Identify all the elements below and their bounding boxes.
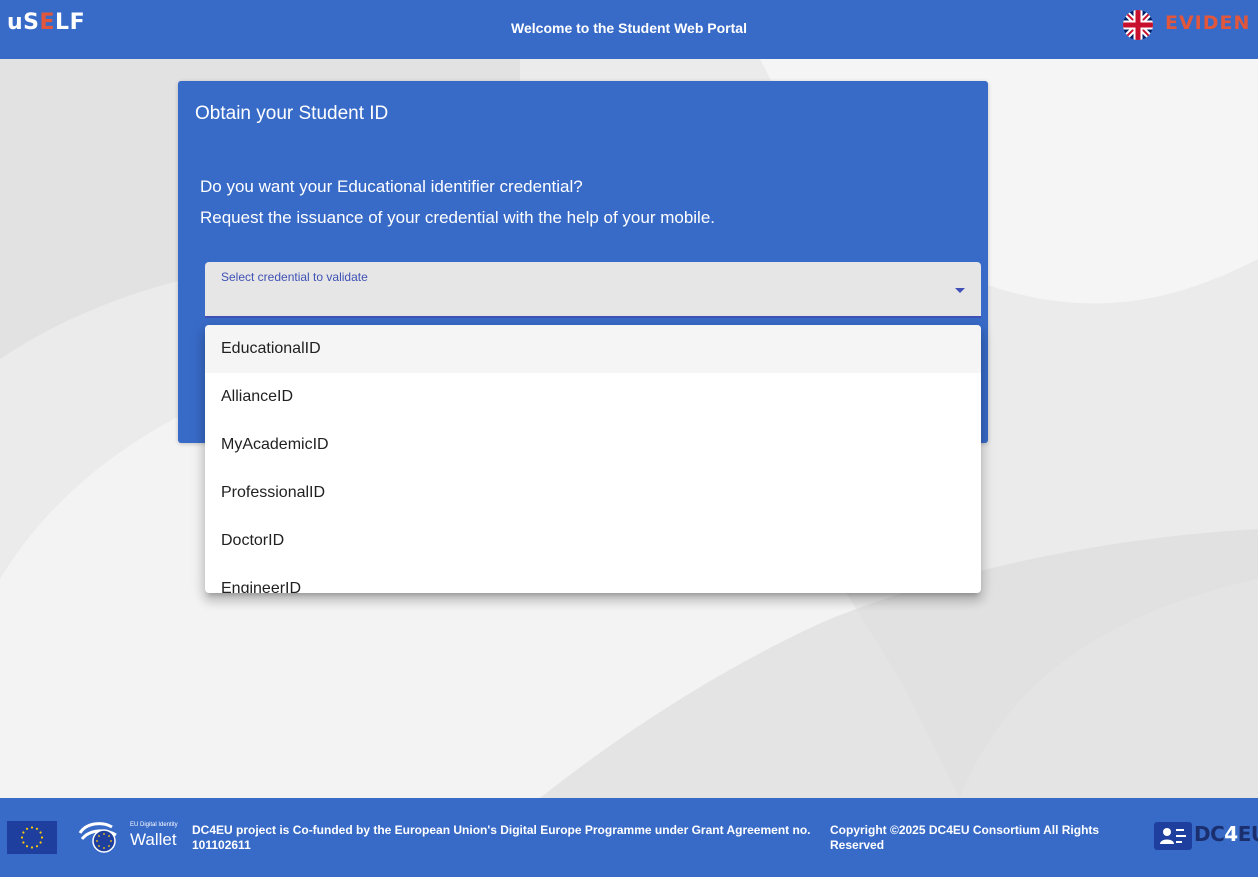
credential-select[interactable]: Select credential to validate xyxy=(205,262,981,318)
funding-notice: DC4EU project is Co-funded by the Europe… xyxy=(192,823,811,852)
option-professionalid[interactable]: ProfessionalID xyxy=(205,469,981,517)
option-engineerid[interactable]: EngineerID xyxy=(205,565,981,593)
option-allianceid[interactable]: AllianceID xyxy=(205,373,981,421)
card-title: Obtain your Student ID xyxy=(195,103,389,124)
option-myacademicid[interactable]: MyAcademicID xyxy=(205,421,981,469)
caret-down-icon[interactable] xyxy=(955,288,965,293)
page-title: Welcome to the Student Web Portal xyxy=(511,20,747,36)
footer: EU Digital Identity Wallet DC4EU project… xyxy=(0,798,1258,877)
card-instruction: Request the issuance of your credential … xyxy=(200,208,716,227)
dc4eu-logo: DC4EU xyxy=(1154,820,1258,852)
card-question: Do you want your Educational identifier … xyxy=(200,177,583,196)
option-doctorid[interactable]: DoctorID xyxy=(205,517,981,565)
option-educationalid[interactable]: EducationalID xyxy=(205,325,981,373)
eu-flag-icon xyxy=(7,821,57,854)
eu-wallet-logo: EU Digital Identity Wallet xyxy=(76,819,180,855)
credential-options-panel[interactable]: EducationalID AllianceID MyAcademicID Pr… xyxy=(205,325,981,593)
wallet-icon xyxy=(78,822,117,853)
eviden-logo: EVIDEN xyxy=(1165,12,1251,34)
top-bar: uSELF Welcome to the Student Web Portal … xyxy=(0,0,1258,59)
dc4eu-wordmark: DC4EU xyxy=(1194,822,1258,846)
wallet-tagline: EU Digital Identity xyxy=(130,822,178,828)
uk-flag-icon[interactable] xyxy=(1122,9,1154,41)
credential-select-label: Select credential to validate xyxy=(221,270,368,284)
wallet-label: Wallet xyxy=(130,830,177,849)
dc4eu-icon xyxy=(1154,822,1192,850)
copyright: Copyright ©2025 DC4EU Consortium All Rig… xyxy=(830,823,1100,852)
